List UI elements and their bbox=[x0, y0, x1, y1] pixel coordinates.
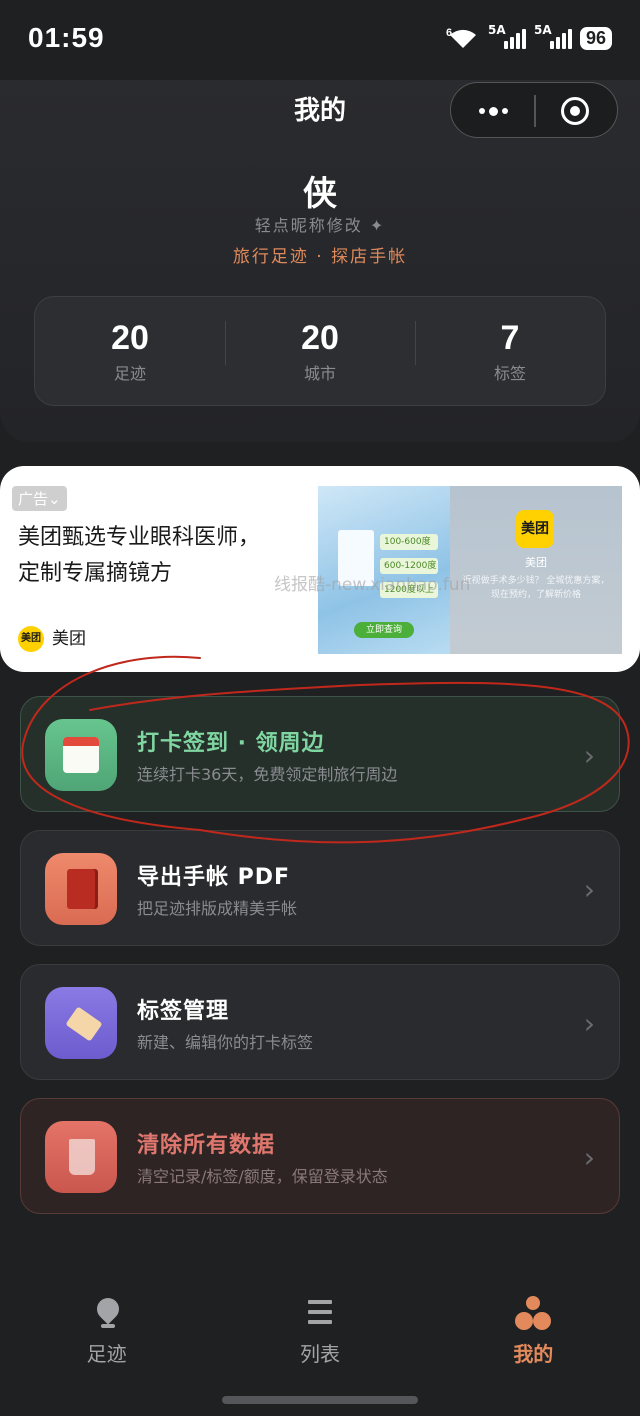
stat-value: 7 bbox=[500, 318, 520, 357]
menu-subtitle: 清空记录/标签/额度，保留登录状态 bbox=[137, 1167, 388, 1186]
signal-1-icon: 5A bbox=[488, 23, 526, 49]
tab-label: 列表 bbox=[299, 1342, 340, 1366]
signal-2-icon: 5A bbox=[534, 23, 572, 49]
ad-side-panel: 美团 美团 近视做手术多少钱？ 全城优惠方案，现在预约，了解新价格 bbox=[450, 486, 622, 654]
meituan-app-icon: 美团 bbox=[516, 510, 554, 548]
ad-badge[interactable]: 广告⌄ bbox=[12, 486, 67, 511]
tab-label: 我的 bbox=[513, 1342, 554, 1366]
more-icon[interactable] bbox=[479, 101, 509, 121]
ad-banner[interactable]: 广告⌄ 美团甄选专业眼科医师，定制专属摘镜方 美团 美团 100-600度 60… bbox=[0, 466, 640, 672]
menu-clear-data[interactable]: 清除所有数据 清空记录/标签/额度，保留登录状态 › bbox=[20, 1098, 620, 1214]
tab-list[interactable]: 列表 bbox=[213, 1280, 426, 1380]
signal-1-label: 5A bbox=[487, 23, 506, 37]
ad-text: 美团甄选专业眼科医师，定制专属摘镜方 bbox=[18, 525, 261, 586]
trash-icon bbox=[45, 1121, 117, 1193]
stat-cities[interactable]: 20 城市 bbox=[225, 319, 415, 384]
stat-label: 足迹 bbox=[113, 363, 146, 383]
chevron-right-icon: › bbox=[583, 873, 595, 906]
stat-value: 20 bbox=[301, 318, 339, 357]
ad-image-cta: 立即查询 bbox=[354, 622, 414, 638]
location-pin-icon bbox=[89, 1293, 125, 1332]
menu-checkin[interactable]: 打卡签到 · 领周边 连续打卡36天，免费领定制旅行周边 › bbox=[20, 696, 620, 812]
nickname[interactable]: 侠 bbox=[0, 166, 640, 215]
miniprogram-capsule bbox=[450, 82, 618, 138]
stat-tags[interactable]: 7 标签 bbox=[415, 319, 605, 384]
menu-export-pdf[interactable]: 导出手帐 PDF 把足迹排版成精美手帐 › bbox=[20, 830, 620, 946]
menu-title: 清除所有数据 bbox=[137, 1133, 276, 1158]
meituan-logo-icon: 美团 bbox=[18, 626, 44, 652]
menu-subtitle: 连续打卡36天，免费领定制旅行周边 bbox=[137, 765, 398, 784]
chevron-right-icon: › bbox=[583, 1007, 595, 1040]
capsule-divider bbox=[534, 95, 536, 127]
menu-subtitle: 把足迹排版成精美手帐 bbox=[137, 899, 298, 918]
tab-footprints[interactable]: 足迹 bbox=[0, 1280, 213, 1380]
ad-brand-name: 美团 bbox=[52, 629, 86, 649]
ad-panel-desc: 近视做手术多少钱？ 全城优惠方案，现在预约，了解新价格 bbox=[462, 576, 610, 600]
menu-tag-management[interactable]: 标签管理 新建、编辑你的打卡标签 › bbox=[20, 964, 620, 1080]
tagline: 旅行足迹 · 探店手帐 bbox=[232, 247, 408, 267]
ad-image-row: 100-600度 bbox=[380, 534, 438, 550]
chevron-right-icon: › bbox=[583, 1141, 595, 1174]
home-indicator[interactable] bbox=[222, 1396, 418, 1404]
stat-label: 城市 bbox=[303, 363, 336, 383]
wifi-icon: 6 bbox=[446, 27, 476, 48]
stats-panel: 20 足迹 20 城市 7 标签 bbox=[34, 296, 606, 406]
tag-icon bbox=[45, 987, 117, 1059]
signal-2-label: 5A bbox=[533, 23, 552, 37]
battery-icon: 96 bbox=[579, 26, 612, 50]
list-icon bbox=[302, 1296, 338, 1332]
book-icon bbox=[45, 853, 117, 925]
status-icons: 6 5A 5A 96 bbox=[446, 23, 612, 50]
status-time: 01:59 bbox=[28, 22, 105, 53]
chevron-right-icon: › bbox=[583, 739, 595, 772]
person-icon bbox=[515, 1296, 552, 1332]
menu-title: 导出手帐 PDF bbox=[137, 865, 291, 890]
tab-me[interactable]: 我的 bbox=[427, 1280, 640, 1380]
menu-title: 打卡签到 · 领周边 bbox=[137, 731, 325, 756]
close-target-icon[interactable] bbox=[561, 97, 589, 125]
status-bar: 01:59 6 5A 5A 96 bbox=[0, 0, 640, 80]
ad-panel-name: 美团 bbox=[525, 556, 547, 569]
edit-nickname-hint: 轻点昵称修改 ✦ bbox=[254, 216, 386, 235]
tab-bar: 足迹 列表 我的 bbox=[0, 1280, 640, 1380]
stat-footprints[interactable]: 20 足迹 bbox=[35, 319, 225, 384]
menu-title: 标签管理 bbox=[137, 999, 230, 1024]
tab-label: 足迹 bbox=[86, 1342, 127, 1366]
stat-label: 标签 bbox=[493, 363, 526, 383]
profile-header: 我的 侠 轻点昵称修改 ✦ 旅行足迹 · 探店手帐 20 足迹 20 城市 7 … bbox=[0, 80, 640, 442]
calendar-icon bbox=[45, 719, 117, 791]
menu-subtitle: 新建、编辑你的打卡标签 bbox=[137, 1033, 314, 1052]
wifi-label: 6 bbox=[446, 27, 452, 39]
watermark: 线报酷-new.xianbao.fun bbox=[274, 575, 471, 595]
stat-value: 20 bbox=[111, 318, 149, 357]
